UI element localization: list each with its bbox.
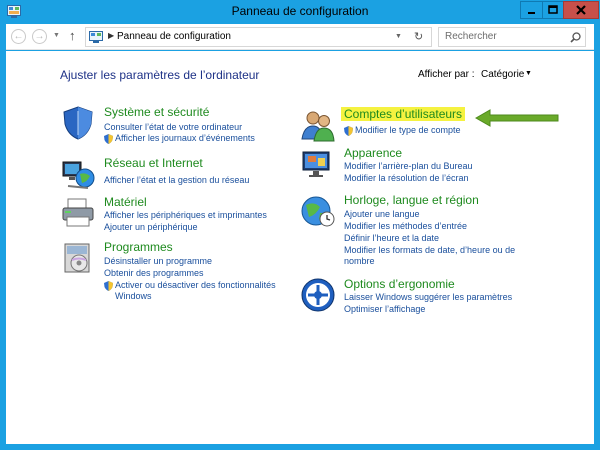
link-view-computer-status[interactable]: Consulter l’état de votre ordinateur [104, 122, 242, 132]
network-globe-icon[interactable] [60, 156, 96, 192]
category-clock-language-region: Horloge, langue et région Ajouter une la… [300, 193, 540, 273]
close-button[interactable] [563, 1, 599, 19]
clock-globe-icon[interactable] [300, 193, 336, 229]
programs-box-icon[interactable] [60, 240, 96, 276]
link-change-date-number-formats[interactable]: Modifier les formats de date, d’heure ou… [344, 245, 515, 255]
category-title-system-security[interactable]: Système et sécurité [104, 105, 209, 119]
address-bar[interactable]: ▶ Panneau de configuration ▼ ↻ [85, 27, 432, 47]
category-title-user-accounts[interactable]: Comptes d’utilisateurs [341, 107, 466, 121]
content-area: Ajuster les paramètres de l’ordinateur A… [6, 51, 594, 444]
users-icon[interactable] [300, 107, 336, 143]
link-devices-printers[interactable]: Afficher les périphériques et imprimante… [104, 210, 267, 220]
search-input[interactable]: Rechercher [445, 31, 497, 42]
security-shield-icon[interactable] [60, 105, 96, 141]
category-title-appearance[interactable]: Apparence [344, 146, 402, 160]
maximize-icon [548, 5, 558, 14]
link-change-account-type[interactable]: Modifier le type de compte [355, 125, 461, 135]
category-system-security: Système et sécurité Consulter l’état de … [60, 105, 280, 150]
title-bar: Panneau de configuration [0, 0, 600, 24]
category-ease-of-access: Options d’ergonomie Laisser Windows sugg… [300, 277, 530, 317]
back-arrow-icon: ← [13, 31, 24, 42]
ease-of-access-icon[interactable] [300, 277, 336, 313]
address-dropdown[interactable]: ▼ [395, 33, 402, 40]
link-windows-features-cont[interactable]: Windows [115, 291, 152, 301]
minimize-icon [528, 12, 535, 14]
search-box[interactable]: Rechercher [438, 27, 586, 47]
breadcrumb-control-panel[interactable]: Panneau de configuration [117, 31, 231, 42]
link-get-programs[interactable]: Obtenir des programmes [104, 268, 204, 278]
link-view-event-logs[interactable]: Afficher les journaux d’événements [115, 133, 255, 143]
control-panel-icon [89, 31, 103, 43]
link-add-language[interactable]: Ajouter une langue [344, 209, 420, 219]
category-network-internet: Réseau et Internet Afficher l’état et la… [60, 156, 280, 192]
view-by-dropdown[interactable]: Catégorie [481, 69, 524, 80]
forward-button[interactable]: → [32, 29, 47, 44]
back-button[interactable]: ← [11, 29, 26, 44]
printer-icon[interactable] [60, 195, 96, 231]
annotation-arrow-icon [474, 109, 559, 127]
control-panel-window: Panneau de configuration ← → ▼ ↑ ▶ Panne… [0, 0, 600, 450]
recent-locations-dropdown[interactable]: ▼ [53, 32, 60, 39]
category-title-ease-of-access[interactable]: Options d’ergonomie [344, 277, 455, 291]
close-icon [576, 5, 586, 15]
category-programs: Programmes Désinstaller un programme Obt… [60, 240, 300, 304]
forward-arrow-icon: → [34, 31, 45, 42]
window-title: Panneau de configuration [231, 4, 369, 18]
category-title-programs[interactable]: Programmes [104, 240, 173, 254]
maximize-button[interactable] [542, 1, 564, 19]
view-by-chevron-icon[interactable]: ▼ [525, 70, 532, 77]
link-add-device[interactable]: Ajouter un périphérique [104, 222, 198, 232]
link-change-desktop-background[interactable]: Modifier l’arrière-plan du Bureau [344, 161, 473, 171]
category-title-clock-language-region[interactable]: Horloge, langue et région [344, 193, 479, 207]
navigation-bar: ← → ▼ ↑ ▶ Panneau de configuration ▼ ↻ R… [6, 24, 594, 50]
minimize-button[interactable] [520, 1, 543, 19]
category-appearance: Apparence Modifier l’arrière-plan du Bur… [300, 146, 530, 186]
link-change-screen-resolution[interactable]: Modifier la résolution de l’écran [344, 173, 469, 183]
search-icon[interactable] [570, 32, 581, 43]
breadcrumb-separator-icon[interactable]: ▶ [108, 31, 114, 40]
link-set-date-time[interactable]: Définir l’heure et la date [344, 233, 439, 243]
category-title-hardware[interactable]: Matériel [104, 195, 147, 209]
category-hardware: Matériel Afficher les périphériques et i… [60, 195, 290, 235]
up-button[interactable]: ↑ [69, 28, 76, 43]
link-change-input-methods[interactable]: Modifier les méthodes d’entrée [344, 221, 467, 231]
category-title-network-internet[interactable]: Réseau et Internet [104, 156, 203, 170]
view-by-label: Afficher par : [418, 69, 475, 80]
uac-shield-icon [104, 281, 113, 291]
uac-shield-icon [104, 134, 113, 144]
up-arrow-icon: ↑ [69, 28, 76, 43]
appearance-monitor-icon[interactable] [300, 146, 336, 182]
link-change-date-number-formats-cont[interactable]: nombre [344, 256, 375, 266]
refresh-icon[interactable]: ↻ [414, 30, 423, 43]
link-windows-features[interactable]: Activer ou désactiver des fonctionnalité… [115, 280, 276, 290]
link-uninstall-program[interactable]: Désinstaller un programme [104, 256, 212, 266]
link-network-status[interactable]: Afficher l’état et la gestion du réseau [104, 175, 249, 185]
uac-shield-icon [344, 126, 353, 136]
page-title: Ajuster les paramètres de l’ordinateur [60, 68, 260, 82]
link-let-windows-suggest-settings[interactable]: Laisser Windows suggérer les paramètres [344, 292, 512, 302]
link-optimize-display[interactable]: Optimiser l’affichage [344, 304, 425, 314]
